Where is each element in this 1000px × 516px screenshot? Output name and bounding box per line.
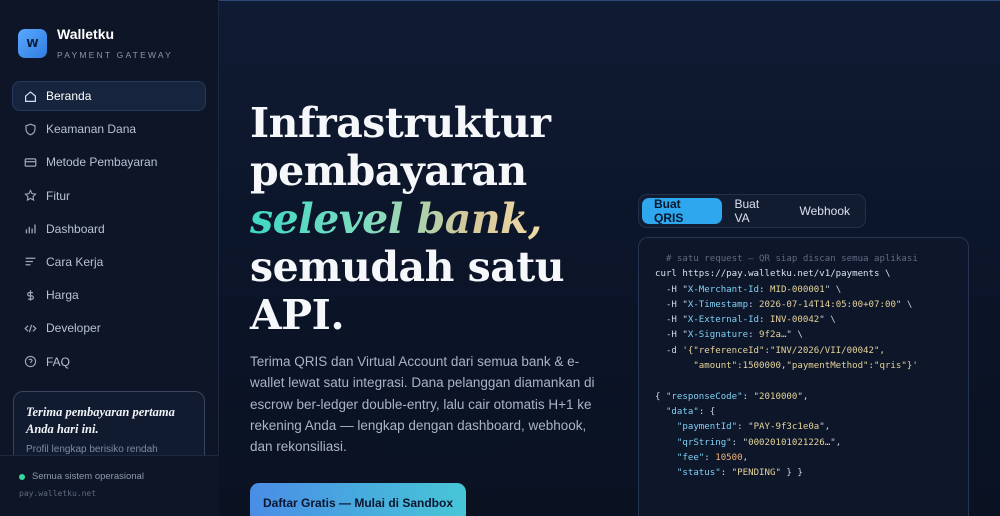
sidebar-footer: Semua sistem operasional pay.walletku.ne… (0, 455, 219, 516)
sidebar-item-label: Beranda (46, 89, 92, 103)
hero-title-line: pembayaran (250, 147, 527, 195)
home-icon (23, 89, 37, 103)
sidebar-item-label: Cara Kerja (46, 254, 104, 269)
system-status: Semua sistem operasional (19, 471, 144, 482)
hero-title-line: API. (250, 291, 345, 339)
brand-name: Walletku (57, 26, 115, 42)
hero-title-line: semudah satu (250, 243, 565, 291)
bar-chart-icon (23, 222, 37, 236)
hero-description: Terima QRIS dan Virtual Account dari sem… (250, 354, 595, 455)
code-icon (23, 321, 37, 335)
tab-buat-va[interactable]: Buat VA (722, 197, 787, 225)
sidebar-nav: Beranda Keamanan Dana Metode Pembayaran … (12, 81, 206, 380)
code-line: -d '{"referenceId":"INV/2026/VII/00042", (655, 345, 885, 356)
help-circle-icon (23, 355, 37, 369)
sidebar-item-beranda[interactable]: Beranda (12, 81, 206, 111)
code-line: -H "X-Timestamp: 2026-07-14T14:05:00+07:… (655, 299, 913, 310)
status-text: Semua sistem operasional (32, 471, 144, 482)
sidebar-item-label: FAQ (46, 354, 71, 369)
hero-title-line: Infrastruktur (250, 99, 551, 147)
promo-subtitle: Profil lengkap berisiko rendah (26, 444, 158, 455)
main-content: Infrastruktur pembayaran selevel bank, s… (219, 0, 1000, 516)
sidebar-item-developer[interactable]: Developer (12, 313, 206, 343)
code-line: "data": { (665, 406, 716, 417)
sidebar-item-fitur[interactable]: Fitur (12, 181, 206, 211)
sidebar-item-label: Developer (46, 321, 101, 336)
sidebar-item-dashboard[interactable]: Dashboard (12, 214, 206, 244)
sidebar-item-label: Harga (46, 288, 79, 303)
hero-title-accent: selevel bank, (250, 195, 542, 243)
code-line: -H "X-Signature: 9f2a…" \ (655, 330, 803, 341)
sidebar-item-label: Dashboard (46, 221, 105, 236)
code-comment: # satu request — QR siap discan semua ap… (665, 254, 918, 264)
dollar-icon (23, 288, 37, 302)
code-line: -H "X-External-Id: INV-00042" \ (655, 315, 836, 326)
sidebar-item-keamanan-dana[interactable]: Keamanan Dana (12, 114, 206, 144)
hero-title: Infrastruktur pembayaran selevel bank, s… (250, 99, 580, 339)
brand-logo: W (18, 28, 47, 58)
lines-icon (23, 255, 37, 269)
brand-subtitle: PAYMENT GATEWAY (57, 50, 173, 60)
code-tabs: Buat QRIS Buat VA Webhook (638, 194, 866, 228)
code-line: "status": "PENDING" } } (676, 468, 803, 479)
sidebar-item-cara-kerja[interactable]: Cara Kerja (12, 247, 206, 277)
tab-webhook[interactable]: Webhook (788, 198, 862, 224)
sidebar: W Walletku PAYMENT GATEWAY Beranda Keama… (0, 0, 219, 516)
star-icon (23, 189, 37, 203)
code-line: "amount":1500000,"paymentMethod":"qris"}… (693, 361, 918, 372)
domain-text: pay.walletku.net (19, 489, 97, 498)
code-snippet: # satu request — QR siap discan semua ap… (638, 237, 969, 516)
code-line: -H "X-Merchant-Id: MID-000001" \ (655, 284, 842, 295)
sidebar-item-label: Fitur (46, 188, 70, 203)
shield-icon (23, 122, 37, 136)
status-dot-icon (19, 473, 25, 480)
code-line: # satu request — QR siap discan semua ap… (655, 254, 918, 264)
code-line: "qrString": "00020101021226…", (676, 437, 842, 448)
promo-title: Terima pembayaran pertama Anda hari ini. (26, 405, 175, 436)
sidebar-item-label: Metode Pembayaran (46, 155, 158, 170)
card-icon (23, 155, 37, 169)
tab-buat-qris[interactable]: Buat QRIS (642, 197, 723, 225)
code-curl-line: curl https://pay.walletku.net/v1/payment… (655, 269, 891, 280)
code-line: "fee": 10500, (676, 452, 749, 463)
signup-sandbox-button[interactable]: Daftar Gratis — Mulai di Sandbox (250, 483, 466, 516)
sidebar-item-label: Keamanan Dana (46, 122, 137, 137)
sidebar-item-faq[interactable]: FAQ (12, 347, 206, 377)
code-line: { "responseCode": "2010000", (655, 391, 809, 402)
sidebar-item-metode-pembayaran[interactable]: Metode Pembayaran (12, 147, 206, 177)
brand[interactable]: W Walletku PAYMENT GATEWAY (18, 26, 173, 60)
code-line: "paymentId": "PAY-9f3c1e0a", (676, 422, 831, 433)
sidebar-item-harga[interactable]: Harga (12, 280, 206, 310)
